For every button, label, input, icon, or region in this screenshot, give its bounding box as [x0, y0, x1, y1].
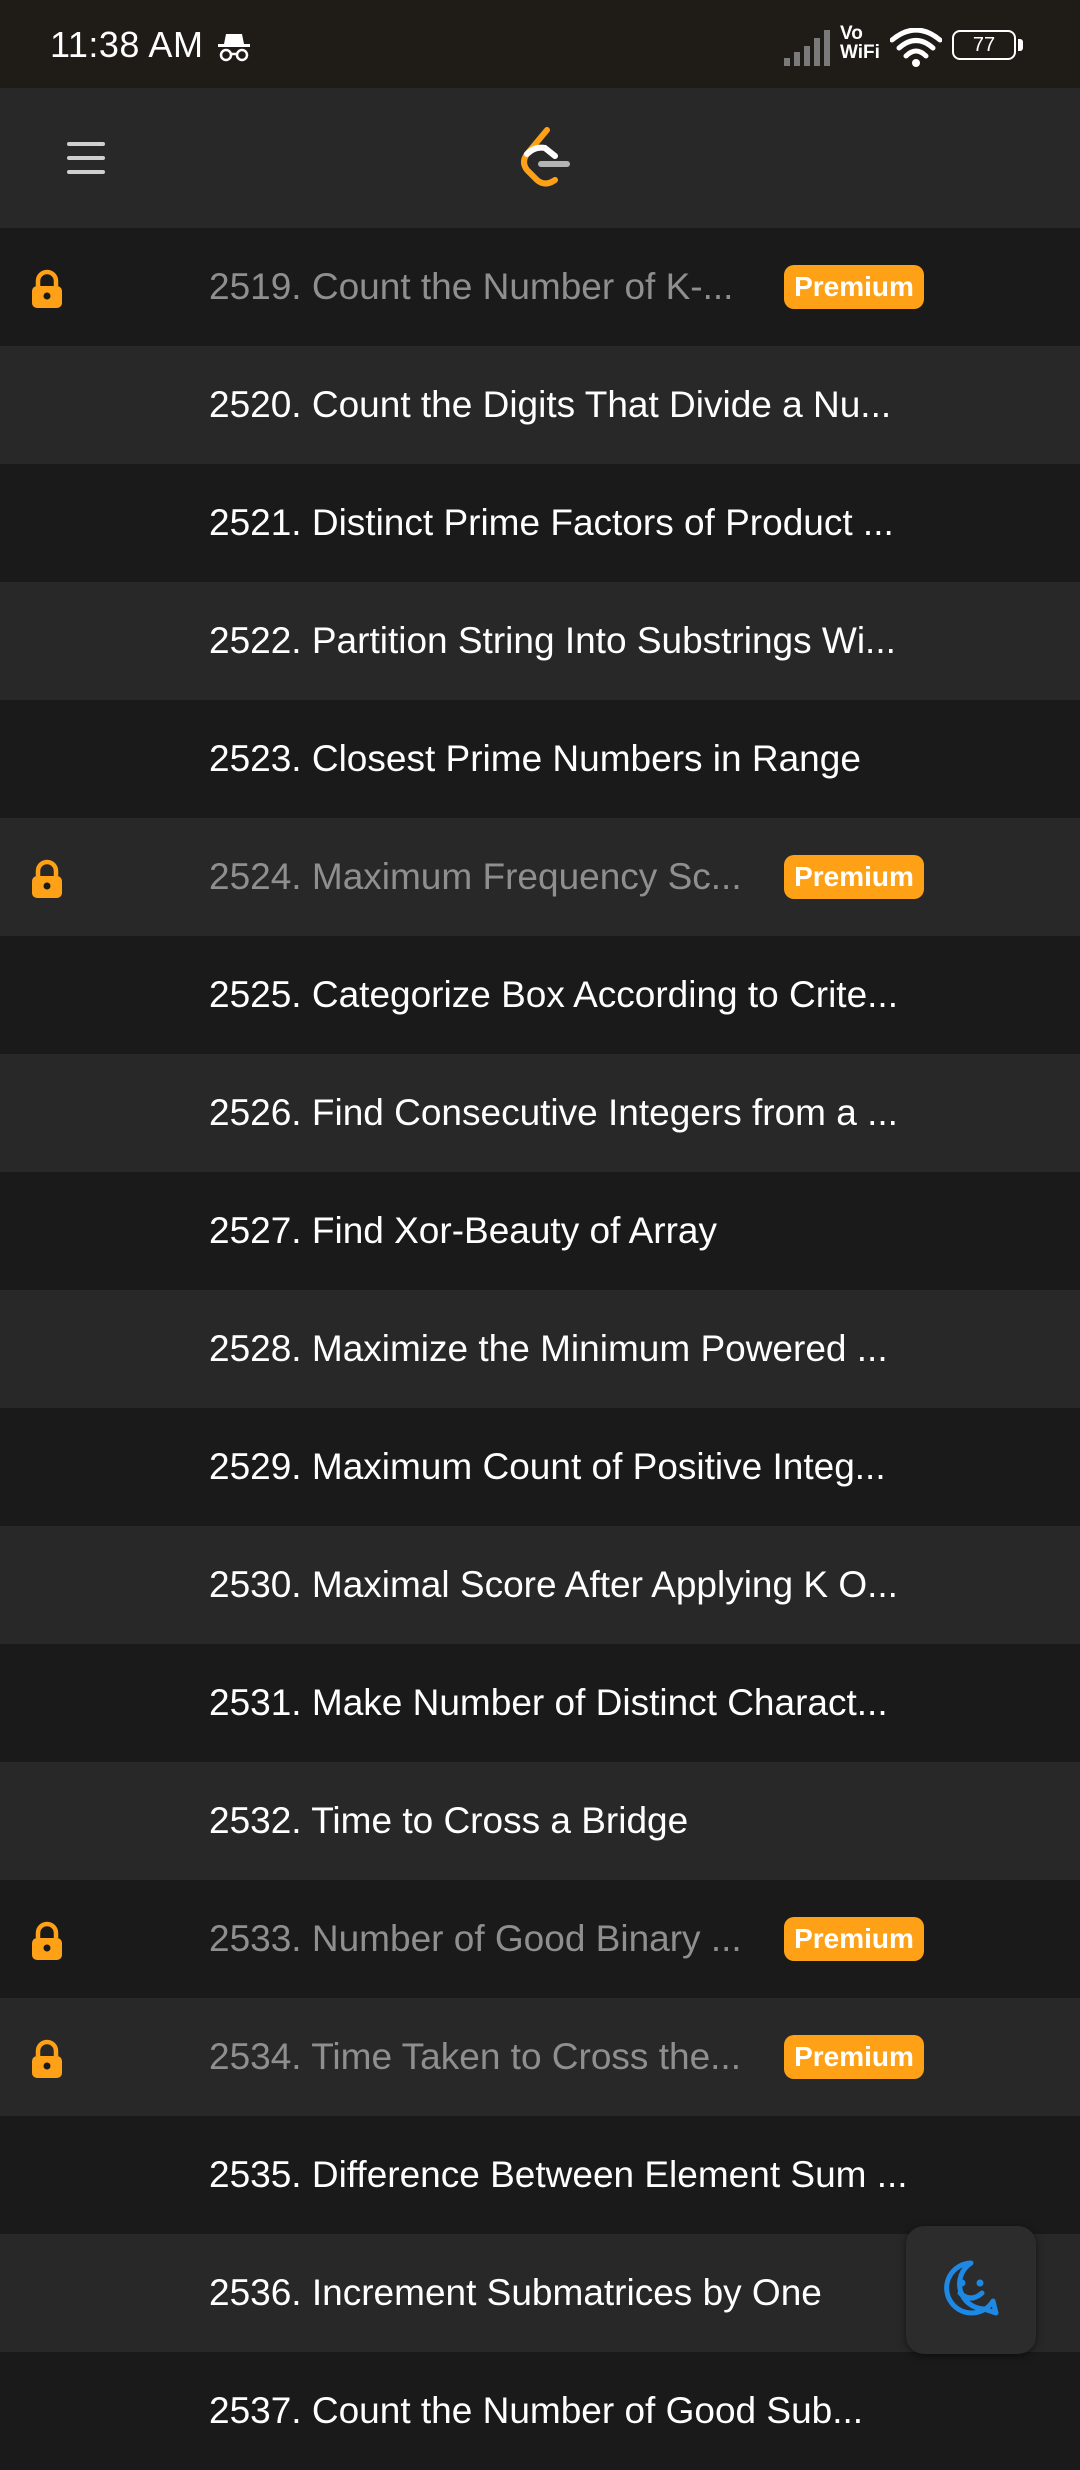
problem-row[interactable]: 2529. Maximum Count of Positive Integ... [0, 1408, 1080, 1526]
problem-row[interactable]: 2530. Maximal Score After Applying K O..… [0, 1526, 1080, 1644]
lock-icon [26, 268, 68, 315]
problem-row[interactable]: 2526. Find Consecutive Integers from a .… [0, 1054, 1080, 1172]
problem-row[interactable]: 2537. Count the Number of Good Sub... [0, 2352, 1080, 2470]
problem-title: 2537. Count the Number of Good Sub... [209, 2390, 864, 2431]
problem-title: 2524. Maximum Frequency Sc... [209, 856, 742, 897]
problem-row[interactable]: 2528. Maximize the Minimum Powered ... [0, 1290, 1080, 1408]
problem-row[interactable]: 2524. Maximum Frequency Sc... Premium [0, 818, 1080, 936]
problem-row[interactable]: 2523. Closest Prime Numbers in Range [0, 700, 1080, 818]
incognito-icon [216, 32, 252, 67]
problem-title: 2535. Difference Between Element Sum ... [209, 2154, 908, 2195]
problem-row[interactable]: 2519. Count the Number of K-... Premium [0, 228, 1080, 346]
problem-title: 2526. Find Consecutive Integers from a .… [209, 1092, 898, 1133]
problem-row[interactable]: 2533. Number of Good Binary ... Premium [0, 1880, 1080, 1998]
lock-icon [26, 2038, 68, 2085]
status-time: 11:38 AM [50, 24, 204, 65]
problem-title: 2536. Increment Submatrices by One [209, 2272, 822, 2313]
problem-row[interactable]: 2520. Count the Digits That Divide a Nu.… [0, 346, 1080, 464]
status-bar: 11:38 AM Vo WiFi 77 [0, 0, 1080, 88]
problem-row[interactable]: 2531. Make Number of Distinct Charact... [0, 1644, 1080, 1762]
problem-title: 2521. Distinct Prime Factors of Product … [209, 502, 894, 543]
problem-row[interactable]: 2532. Time to Cross a Bridge [0, 1762, 1080, 1880]
premium-badge: Premium [784, 855, 924, 899]
problem-title: 2527. Find Xor-Beauty of Array [209, 1210, 717, 1251]
problem-row[interactable]: 2535. Difference Between Element Sum ... [0, 2116, 1080, 2234]
app-bar [0, 88, 1080, 228]
smiley-face-icon [942, 2259, 1000, 2322]
premium-badge: Premium [784, 2035, 924, 2079]
vowifi-label: Vo WiFi [840, 24, 880, 62]
problem-title: 2528. Maximize the Minimum Powered ... [209, 1328, 888, 1369]
vowifi-bottom: WiFi [840, 42, 880, 63]
vowifi-top: Vo [840, 23, 863, 44]
problem-title: 2523. Closest Prime Numbers in Range [209, 738, 861, 779]
lock-icon [26, 1920, 68, 1967]
problem-row[interactable]: 2522. Partition String Into Substrings W… [0, 582, 1080, 700]
premium-badge: Premium [784, 1917, 924, 1961]
battery-level: 77 [972, 34, 996, 56]
problem-row[interactable]: 2527. Find Xor-Beauty of Array [0, 1172, 1080, 1290]
premium-badge: Premium [784, 265, 924, 309]
problem-title: 2534. Time Taken to Cross the... [209, 2036, 741, 2077]
problem-title: 2519. Count the Number of K-... [209, 266, 734, 307]
leetcode-logo[interactable] [515, 126, 575, 195]
hamburger-menu-icon[interactable] [56, 130, 116, 186]
problem-title: 2530. Maximal Score After Applying K O..… [209, 1564, 898, 1605]
wifi-icon [889, 27, 943, 73]
problem-list: 2519. Count the Number of K-... Premium 25… [0, 228, 1080, 2470]
problem-title: 2532. Time to Cross a Bridge [209, 1800, 689, 1841]
lock-icon [26, 858, 68, 905]
problem-title: 2529. Maximum Count of Positive Integ... [209, 1446, 886, 1487]
problem-title: 2525. Categorize Box According to Crite.… [209, 974, 898, 1015]
problem-row[interactable]: 2534. Time Taken to Cross the... Premium [0, 1998, 1080, 2116]
problem-title: 2520. Count the Digits That Divide a Nu.… [209, 384, 892, 425]
battery-icon: 77 [952, 30, 1026, 64]
problem-row[interactable]: 2521. Distinct Prime Factors of Product … [0, 464, 1080, 582]
problem-title: 2531. Make Number of Distinct Charact... [209, 1682, 888, 1723]
problem-title: 2522. Partition String Into Substrings W… [209, 620, 896, 661]
feedback-button[interactable] [906, 2226, 1036, 2354]
signal-icon [782, 30, 832, 71]
problem-row[interactable]: 2525. Categorize Box According to Crite.… [0, 936, 1080, 1054]
problem-title: 2533. Number of Good Binary ... [209, 1918, 742, 1959]
